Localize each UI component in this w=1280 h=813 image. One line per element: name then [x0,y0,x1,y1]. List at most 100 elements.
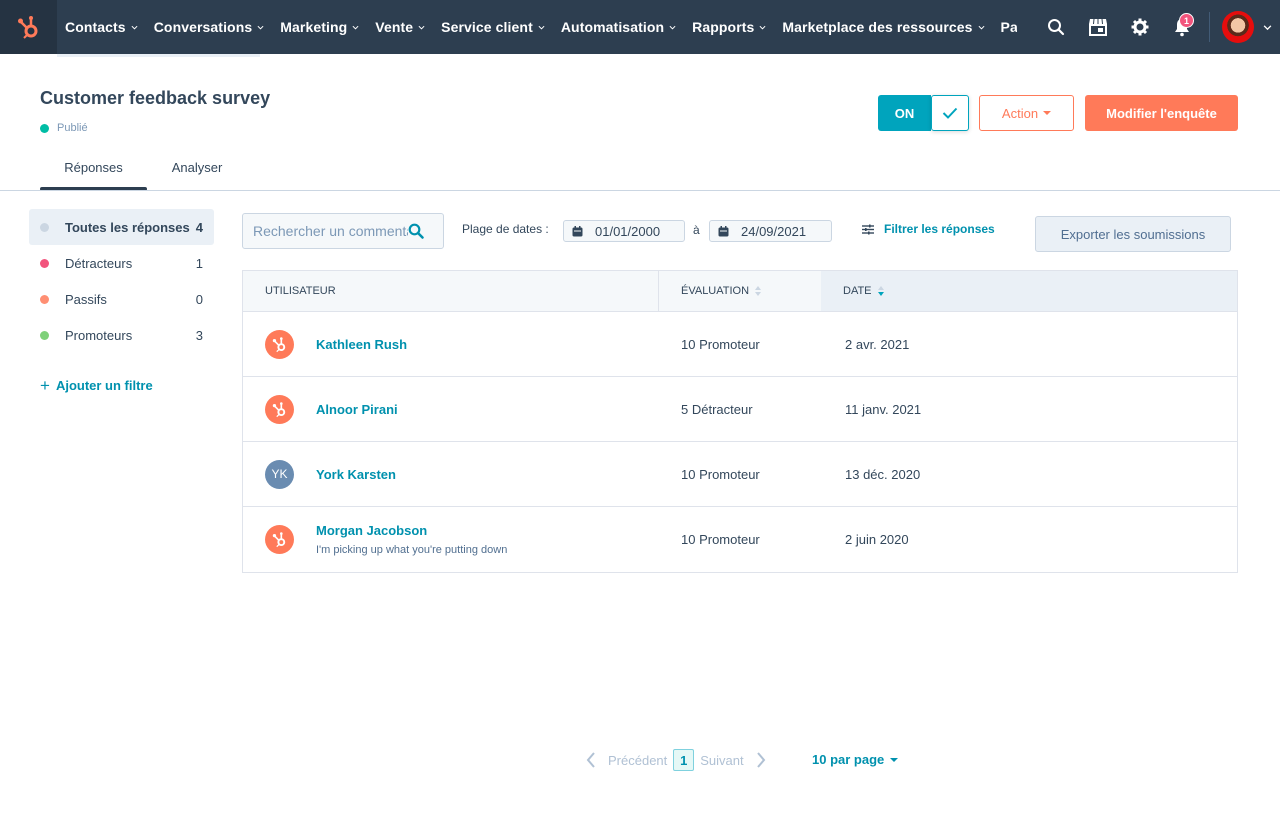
responses-table: Utilisateur Évaluation Date Kathleen Rus… [242,270,1238,573]
sort-descending-icon [877,286,884,296]
sort-icon [755,286,762,296]
marketplace-icon [1089,18,1107,36]
nav-marketplace[interactable]: Marketplace des ressources [774,19,992,35]
response-filter-sidebar: Toutes les réponses 4 Détracteurs 1 Pass… [29,209,214,353]
search-icon[interactable] [408,223,424,239]
per-page-dropdown[interactable]: 10 par page [812,752,899,767]
caret-down-icon [890,757,899,762]
status-text: Publié [57,122,88,134]
date-from-value: 01/01/2000 [595,223,661,239]
toggle-handle[interactable] [931,95,969,131]
settings-button[interactable] [1119,0,1161,54]
sliders-icon [862,224,874,234]
nav-rapports[interactable]: Rapports [684,19,774,35]
column-header-user[interactable]: Utilisateur [243,271,659,311]
action-dropdown-button[interactable]: Action [979,95,1074,131]
nav-vente[interactable]: Vente [367,19,433,35]
avatar [265,394,294,424]
sidebar-item-label: Promoteurs [65,327,133,343]
user-name-link[interactable]: York Karsten [316,467,396,482]
user-name-link[interactable]: Alnoor Pirani [316,402,398,417]
date-cell: 13 déc. 2020 [845,466,921,482]
date-cell: 2 avr. 2021 [845,336,910,352]
user-cell: Morgan Jacobson I'm picking up what you'… [243,507,659,572]
nav-label: Automatisation [560,19,665,35]
hubspot-sprocket-icon [272,401,285,417]
tab-analyze[interactable]: Analyser [147,150,247,185]
hubspot-sprocket-icon [272,336,285,352]
rating-cell: 5 Détracteur [681,401,753,417]
tab-responses[interactable]: Réponses [40,150,147,185]
export-submissions-button[interactable]: Exporter les soumissions [1035,216,1231,252]
search-input[interactable] [253,223,408,239]
sidebar-item-all-responses[interactable]: Toutes les réponses 4 [29,209,214,245]
hubspot-sprocket-icon [272,532,285,548]
chevron-down-icon [669,25,676,30]
account-menu-toggle[interactable] [1254,23,1280,32]
nav-utility-icons: 1 [1035,0,1280,54]
checkmark-icon [942,107,958,119]
filter-responses-label: Filtrer les réponses [884,222,995,236]
category-dot [40,222,49,232]
sidebar-item-promoters[interactable]: Promoteurs 3 [29,317,214,353]
user-cell: Kathleen Rush [243,312,659,376]
calendar-icon [718,225,729,236]
gear-icon [1131,18,1149,36]
sidebar-item-label: Détracteurs [65,255,133,271]
sidebar-item-label: Toutes les réponses [65,219,190,235]
sidebar-item-label: Passifs [65,291,107,307]
user-info: Morgan Jacobson I'm picking up what you'… [316,523,507,556]
next-page-button[interactable]: Suivant [700,752,765,768]
date-from-field[interactable]: 01/01/2000 [563,220,685,242]
nav-marketing[interactable]: Marketing [272,19,367,35]
chevron-down-icon [352,25,359,30]
chevron-down-icon [1263,24,1271,30]
previous-page-button[interactable]: Précédent [586,752,667,768]
user-name-link[interactable]: Kathleen Rush [316,337,407,352]
add-filter-label: Ajouter un filtre [55,378,153,393]
add-filter-link[interactable]: + Ajouter un filtre [40,377,153,394]
next-label: Suivant [700,752,744,768]
nav-label: Conversations [153,19,253,35]
publish-toggle[interactable]: ON [878,95,969,131]
date-to-field[interactable]: 24/09/2021 [709,220,832,242]
search-button[interactable] [1035,0,1077,54]
notifications-button[interactable]: 1 [1161,0,1203,54]
nav-label: Service client [441,19,533,35]
status-dot [40,123,49,133]
user-info: York Karsten [316,467,396,482]
user-info: Kathleen Rush [316,337,407,352]
page-number-current[interactable]: 1 [673,749,695,771]
date-range-label: Plage de dates : [462,222,549,236]
marketplace-button[interactable] [1077,0,1119,54]
nav-underline [57,54,260,57]
sidebar-item-passives[interactable]: Passifs 0 [29,281,214,317]
previous-label: Précédent [608,752,668,768]
edit-survey-button[interactable]: Modifier l'enquête [1085,95,1238,131]
hubspot-logo[interactable] [0,0,57,54]
chevron-right-icon [756,752,765,768]
status-indicator: Publié [40,122,88,134]
avatar [265,329,294,359]
nav-contacts[interactable]: Contacts [57,19,146,35]
chevron-left-icon [586,752,595,768]
chevron-down-icon [538,25,545,30]
pagination: Précédent 1 Suivant [586,749,766,771]
plus-icon: + [40,376,50,395]
user-name-link[interactable]: Morgan Jacobson [316,523,507,538]
sidebar-item-count: 1 [195,255,203,271]
user-avatar[interactable] [1222,11,1254,43]
nav-service-client[interactable]: Service client [433,19,553,35]
filter-responses-link[interactable]: Filtrer les réponses [862,222,995,236]
nav-partenaires[interactable]: Partenaires [993,19,1017,35]
nav-automatisation[interactable]: Automatisation [553,19,684,35]
date-separator: à [693,223,700,237]
table-row: Alnoor Pirani 5 Détracteur 11 janv. 2021 [243,377,1237,442]
tabs-divider [0,190,1280,191]
column-header-date[interactable]: Date [821,271,1237,311]
sidebar-item-detractors[interactable]: Détracteurs 1 [29,245,214,281]
column-label: Date [843,285,872,297]
nav-conversations[interactable]: Conversations [146,19,273,35]
column-header-rating[interactable]: Évaluation [659,271,821,311]
main-menu: Contacts Conversations Marketing Vente S… [57,0,1017,54]
